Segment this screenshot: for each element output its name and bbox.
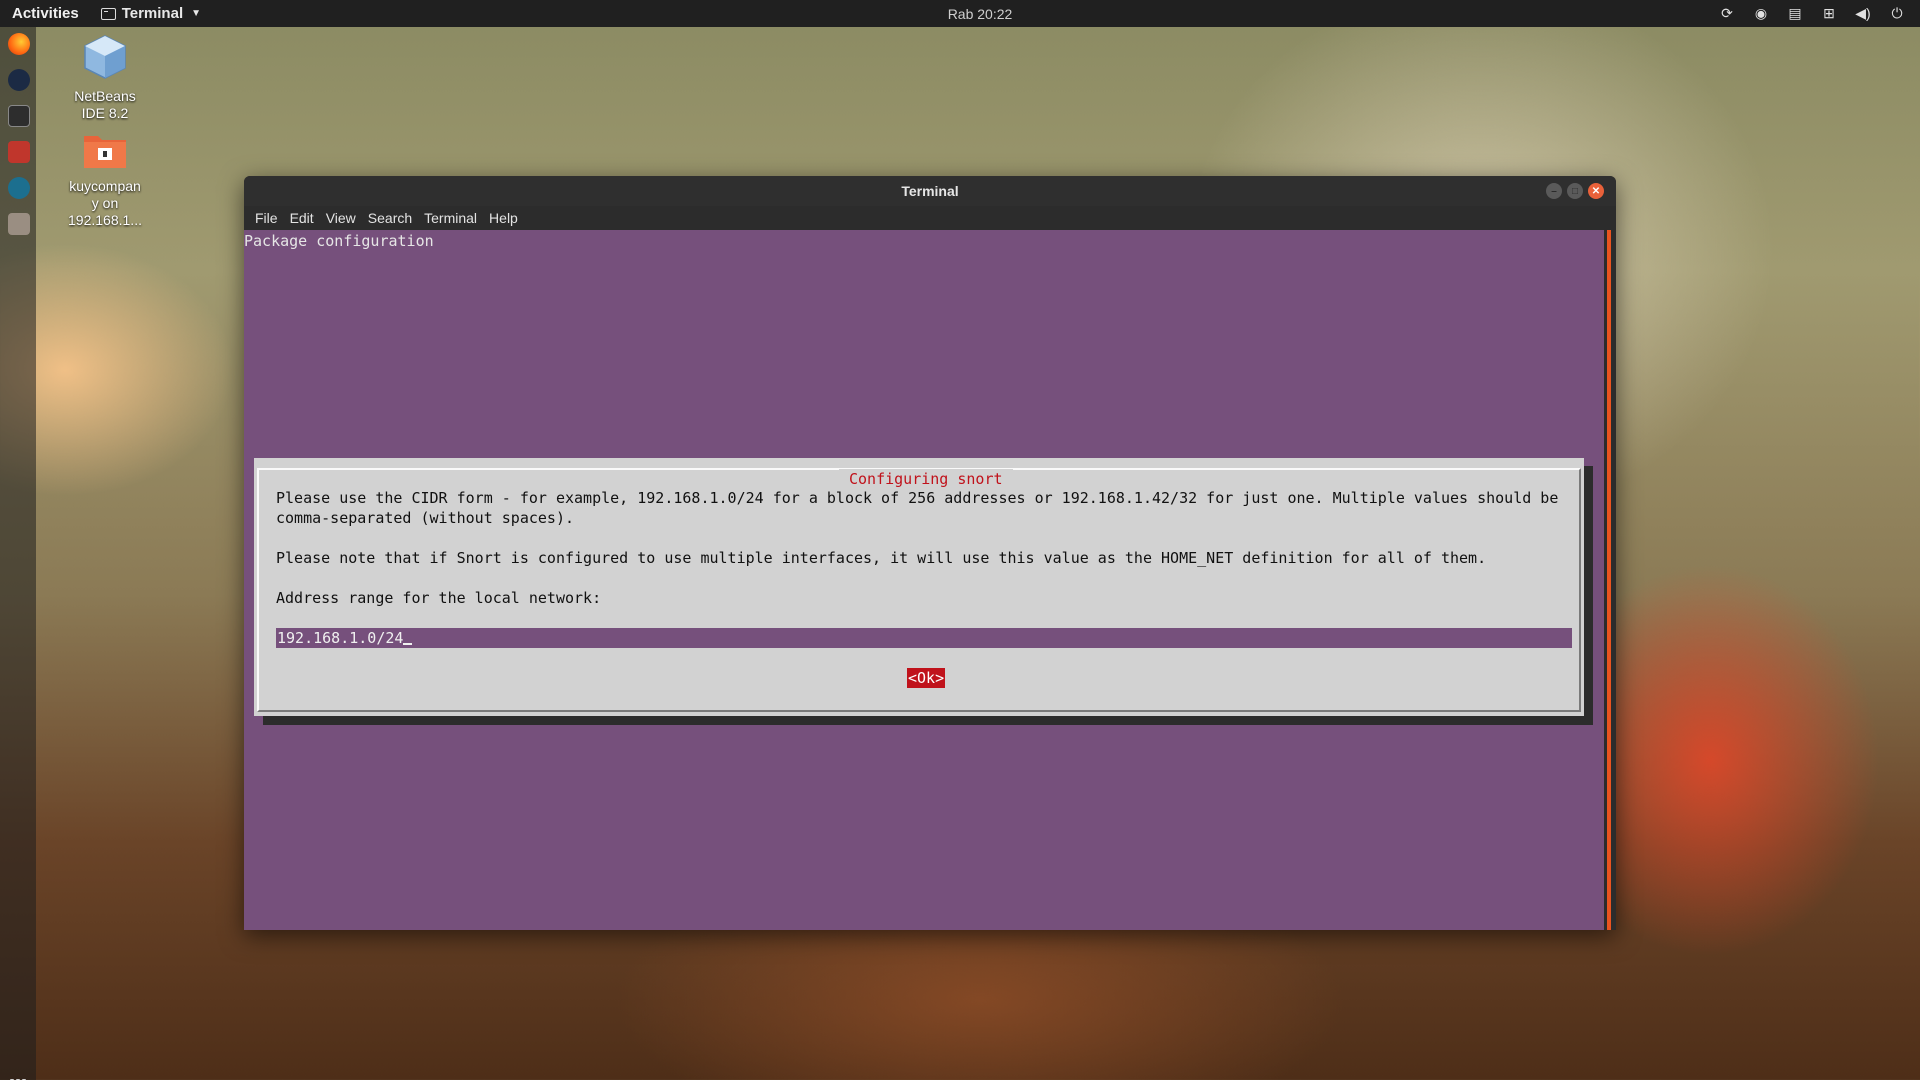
volume-icon[interactable]: ◀) — [1854, 5, 1872, 23]
steam-icon[interactable]: ◉ — [1752, 5, 1770, 23]
maximize-icon[interactable]: □ — [1567, 183, 1583, 199]
app-icon[interactable] — [8, 177, 30, 199]
input-value: 192.168.1.0/24 — [277, 629, 404, 647]
dock — [0, 27, 36, 1080]
app-menu[interactable]: Terminal ▼ — [100, 5, 202, 22]
dialog-prompt: Address range for the local network: — [276, 589, 602, 607]
dialog-text-line: Please note that if Snort is configured … — [276, 549, 1487, 567]
window-title: Terminal — [901, 183, 959, 199]
menu-file[interactable]: File — [249, 210, 284, 226]
terminal-area[interactable]: Package configuration Configuring snort … — [244, 230, 1604, 930]
terminal-app-icon — [100, 7, 116, 20]
text-cursor — [403, 629, 413, 645]
dialog-title: Configuring snort — [839, 469, 1013, 489]
netbeans-icon — [84, 35, 126, 79]
terminal-window: Terminal – □ ✕ File Edit View Search Ter… — [244, 176, 1616, 930]
firefox-icon[interactable] — [8, 33, 30, 55]
power-icon[interactable]: ⏻ — [1888, 5, 1906, 23]
software-icon[interactable] — [8, 141, 30, 163]
desktop-icon-label: kuycompan — [69, 178, 141, 194]
top-bar: Activities Terminal ▼ Rab 20:22 ⟳ ◉ ▤ ⊞ … — [0, 0, 1920, 27]
desktop-icon-netbeans[interactable]: NetBeans IDE 8.2 — [55, 34, 155, 122]
network-icon[interactable]: ⊞ — [1820, 5, 1838, 23]
menu-help[interactable]: Help — [483, 210, 524, 226]
menu-edit[interactable]: Edit — [284, 210, 320, 226]
dialog-frame: Configuring snort Please use the CIDR fo… — [257, 468, 1581, 712]
menu-bar: File Edit View Search Terminal Help — [244, 206, 1616, 230]
ok-button[interactable]: <Ok> — [907, 668, 946, 688]
clock[interactable]: Rab 20:22 — [0, 6, 1920, 22]
address-range-input[interactable]: 192.168.1.0/24 — [276, 628, 1572, 648]
close-icon[interactable]: ✕ — [1588, 183, 1604, 199]
network-folder-icon — [84, 136, 126, 168]
desktop-icon-label: y on — [91, 195, 119, 211]
app-menu-label: Terminal — [121, 5, 184, 22]
menu-search[interactable]: Search — [362, 210, 418, 226]
snort-config-dialog: Configuring snort Please use the CIDR fo… — [254, 458, 1584, 716]
desktop-icon-label: NetBeans — [74, 88, 136, 104]
desktop-icon-label: IDE 8.2 — [81, 105, 129, 121]
package-configuration-title: Package configuration — [244, 232, 434, 250]
activities-button[interactable]: Activities — [12, 5, 79, 22]
window-titlebar[interactable]: Terminal – □ ✕ — [244, 176, 1616, 206]
scrollbar[interactable] — [1604, 230, 1616, 930]
terminal-icon[interactable] — [8, 105, 30, 127]
desktop-icon-label: 192.168.1... — [68, 212, 142, 228]
menu-terminal[interactable]: Terminal — [418, 210, 483, 226]
dialog-text-line: comma-separated (without spaces). — [276, 509, 575, 527]
chevron-down-icon: ▼ — [191, 8, 202, 19]
scrollbar-accent — [1607, 230, 1611, 930]
files-icon[interactable] — [8, 213, 30, 235]
menu-view[interactable]: View — [320, 210, 362, 226]
window-controls: – □ ✕ — [1546, 183, 1604, 199]
system-tray: ⟳ ◉ ▤ ⊞ ◀) ⏻ — [1718, 0, 1906, 27]
steam-sync-icon[interactable]: ⟳ — [1718, 5, 1736, 23]
steam-icon[interactable] — [8, 69, 30, 91]
dialog-text-line: Please use the CIDR form - for example, … — [276, 489, 1559, 507]
clipboard-icon[interactable]: ▤ — [1786, 5, 1804, 23]
minimize-icon[interactable]: – — [1546, 183, 1562, 199]
desktop-icon-network-share[interactable]: kuycompan y on 192.168.1... — [55, 130, 155, 229]
